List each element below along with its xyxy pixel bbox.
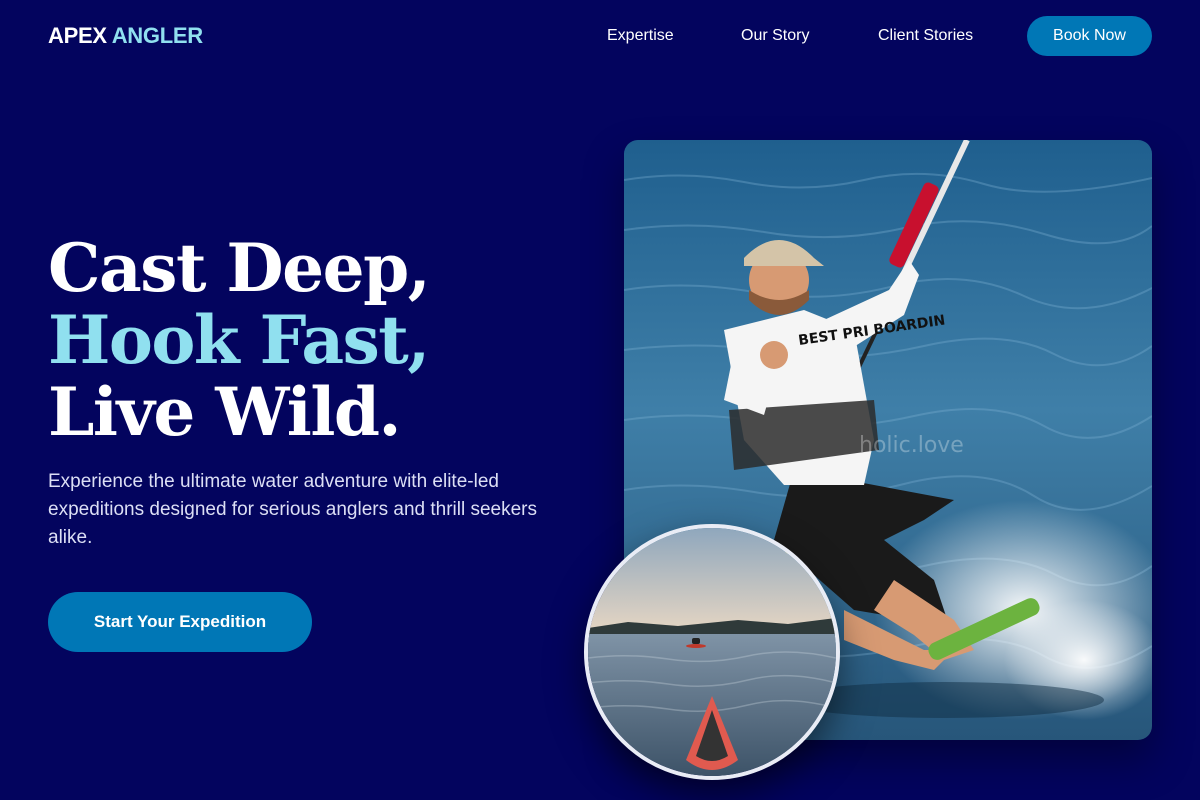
- logo-accent-text: ANGLER: [111, 23, 203, 48]
- hero-title-line-1: Cast Deep,: [48, 229, 431, 307]
- site-header: APEX ANGLER Expertise Our Story Client S…: [48, 16, 1152, 56]
- nav-link-our-story[interactable]: Our Story: [741, 26, 809, 46]
- kayak-illustration: [588, 528, 836, 776]
- hero-title: Cast Deep, Hook Fast, Live Wild.: [48, 229, 431, 451]
- nav-link-expertise[interactable]: Expertise: [607, 26, 674, 46]
- logo-primary-text: APEX: [48, 23, 107, 48]
- hero-title-line-2: Hook Fast,: [48, 301, 430, 379]
- book-now-button[interactable]: Book Now: [1027, 16, 1152, 56]
- brand-logo[interactable]: APEX ANGLER: [48, 22, 203, 50]
- hero-description: Experience the ultimate water adventure …: [48, 471, 537, 548]
- landing-page: APEX ANGLER Expertise Our Story Client S…: [0, 0, 1200, 800]
- photo-watermark: holic.love: [859, 433, 964, 458]
- start-expedition-button[interactable]: Start Your Expedition: [48, 592, 312, 652]
- nav-link-client-stories[interactable]: Client Stories: [878, 26, 973, 46]
- hero-title-line-3: Live Wild.: [48, 373, 402, 451]
- kayak-photo: [584, 524, 840, 780]
